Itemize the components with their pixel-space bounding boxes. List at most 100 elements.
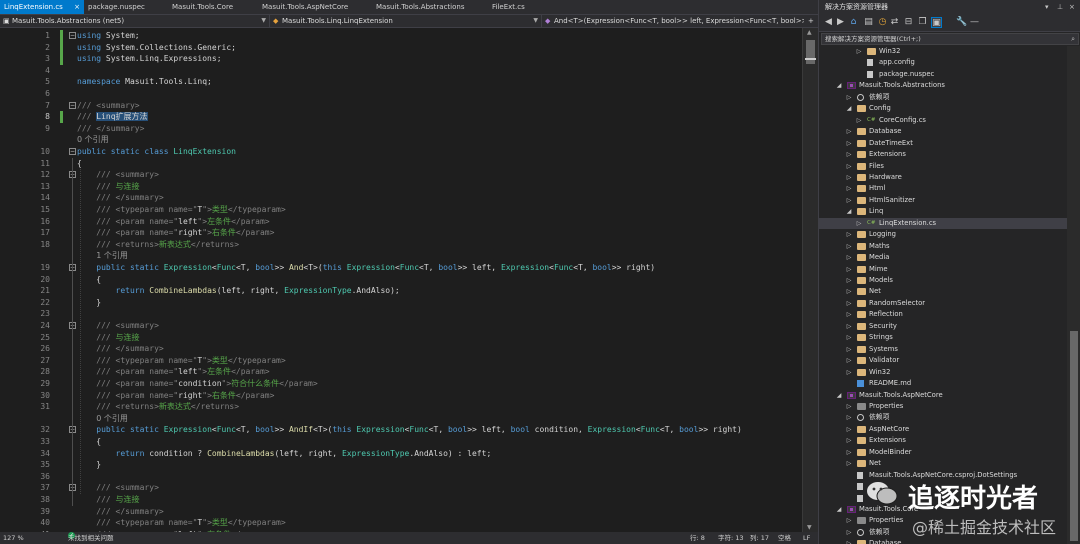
collapsed-arrow-icon[interactable]: ▷ bbox=[845, 458, 853, 469]
tree-node[interactable]: ▷ C# LinqExtension.cs bbox=[819, 217, 1067, 230]
tree-node[interactable]: ▷ Files bbox=[819, 161, 1067, 172]
collapsed-arrow-icon[interactable]: ▷ bbox=[845, 527, 853, 538]
tree-node[interactable]: ▷ Win32 bbox=[819, 367, 1067, 378]
window-position-icon[interactable]: ▾ bbox=[1045, 0, 1049, 14]
collapsed-arrow-icon[interactable]: ▷ bbox=[845, 172, 853, 183]
collapsed-arrow-icon[interactable]: ▷ bbox=[845, 309, 853, 320]
collapsed-arrow-icon[interactable]: ▷ bbox=[845, 195, 853, 206]
tree-node[interactable]: ◢ Linq bbox=[819, 206, 1067, 217]
tree-node[interactable]: ▷ Reflection bbox=[819, 309, 1067, 320]
expanded-arrow-icon[interactable]: ◢ bbox=[845, 206, 853, 217]
switch-views-icon[interactable]: ▤ bbox=[863, 17, 874, 28]
expanded-arrow-icon[interactable]: ◢ bbox=[835, 80, 843, 91]
home-icon[interactable]: ⌂ bbox=[848, 17, 859, 28]
collapsed-arrow-icon[interactable]: ▷ bbox=[845, 424, 853, 435]
scroll-down-icon[interactable]: ▼ bbox=[807, 524, 812, 531]
tree-node[interactable]: ▷ C# CoreConfig.cs bbox=[819, 115, 1067, 126]
editor-vertical-scrollbar[interactable]: ▲ ▼ bbox=[802, 28, 818, 532]
close-tab-icon[interactable]: × bbox=[74, 0, 80, 14]
collapse-region-icon[interactable]: − bbox=[69, 32, 76, 39]
collapsed-arrow-icon[interactable]: ▷ bbox=[845, 161, 853, 172]
collapsed-arrow-icon[interactable]: ▷ bbox=[845, 435, 853, 446]
tree-node[interactable]: ▷ Strings bbox=[819, 332, 1067, 343]
show-all-files-icon[interactable]: ❐ bbox=[917, 17, 928, 28]
codelens-references[interactable]: 0 个引用 bbox=[77, 134, 802, 146]
pin-icon[interactable]: ⊥ bbox=[1057, 0, 1063, 14]
collapsed-arrow-icon[interactable]: ▷ bbox=[845, 126, 853, 137]
collapsed-arrow-icon[interactable]: ▷ bbox=[845, 332, 853, 343]
type-dropdown[interactable]: ◆ Masuit.Tools.Linq.LinqExtension ▼ bbox=[270, 15, 542, 27]
tree-node[interactable]: ▷ Logging bbox=[819, 229, 1067, 240]
tree-node[interactable]: ▷ Properties bbox=[819, 401, 1067, 412]
tab-package-nuspec[interactable]: package.nuspec bbox=[84, 0, 168, 14]
tree-node[interactable]: ▷ Win32 bbox=[819, 46, 1067, 57]
collapsed-arrow-icon[interactable]: ▷ bbox=[845, 321, 853, 332]
tree-node[interactable]: app.config bbox=[819, 57, 1067, 68]
tree-node[interactable]: ◢ Config bbox=[819, 103, 1067, 114]
tree-node[interactable]: ▷ Extensions bbox=[819, 149, 1067, 160]
tab-masuit-tools-abstractions[interactable]: Masuit.Tools.Abstractions bbox=[372, 0, 488, 14]
whitespace-mode[interactable]: 空格 bbox=[778, 532, 791, 544]
preview-selected-icon[interactable]: ▣ bbox=[931, 17, 942, 28]
collapsed-arrow-icon[interactable]: ▷ bbox=[845, 275, 853, 286]
scroll-up-icon[interactable]: ▲ bbox=[807, 29, 812, 36]
expanded-arrow-icon[interactable]: ◢ bbox=[835, 390, 843, 401]
tree-project-node[interactable]: ◢ Masuit.Tools.AspNetCore bbox=[819, 390, 1067, 401]
tree-node[interactable]: ▷ Database bbox=[819, 538, 1067, 544]
tab-masuit-tools-aspnetcore[interactable]: Masuit.Tools.AspNetCore bbox=[258, 0, 372, 14]
tree-node[interactable]: ▷ HtmlSanitizer bbox=[819, 195, 1067, 206]
collapse-all-icon[interactable]: ⊟ bbox=[903, 17, 914, 28]
sync-icon[interactable]: ⇄ bbox=[889, 17, 900, 28]
zoom-level[interactable]: 127 % bbox=[3, 532, 24, 544]
code-editor[interactable]: 1 using System; 2 using System.Collections.… bbox=[0, 28, 818, 539]
collapsed-arrow-icon[interactable]: ▷ bbox=[845, 92, 853, 103]
member-dropdown[interactable]: ◆ And<T>(Expression<Func<T, bool>> left,… bbox=[542, 15, 804, 27]
collapse-region-icon[interactable]: − bbox=[69, 101, 76, 109]
solution-explorer-scrollbar[interactable] bbox=[1067, 46, 1080, 544]
collapsed-arrow-icon[interactable]: ▷ bbox=[845, 538, 853, 544]
tree-node[interactable]: ▷ Models bbox=[819, 275, 1067, 286]
tree-node[interactable]: package.nuspec bbox=[819, 69, 1067, 80]
tree-node[interactable]: ▷ Maths bbox=[819, 241, 1067, 252]
tree-node[interactable]: ▷ RandomSelector bbox=[819, 298, 1067, 309]
collapsed-arrow-icon[interactable]: ▷ bbox=[845, 183, 853, 194]
close-icon[interactable]: × bbox=[1069, 0, 1075, 14]
tab-masuit-tools-core[interactable]: Masuit.Tools.Core bbox=[168, 0, 258, 14]
tree-node[interactable]: ▷ Html bbox=[819, 183, 1067, 194]
collapsed-arrow-icon[interactable]: ▷ bbox=[845, 367, 853, 378]
tab-linqextension-cs[interactable]: LinqExtension.cs × bbox=[0, 0, 84, 14]
more-options-icon[interactable]: — bbox=[969, 17, 980, 28]
collapsed-arrow-icon[interactable]: ▷ bbox=[845, 515, 853, 526]
solution-scroll-thumb[interactable] bbox=[1070, 331, 1078, 541]
codelens-references[interactable]: 1 个引用 bbox=[96, 250, 802, 262]
collapsed-arrow-icon[interactable]: ▷ bbox=[845, 138, 853, 149]
tree-project-node[interactable]: ◢ Masuit.Tools.Abstractions bbox=[819, 80, 1067, 91]
tree-node[interactable]: ▷ Media bbox=[819, 252, 1067, 263]
collapsed-arrow-icon[interactable]: ▷ bbox=[855, 46, 863, 57]
tree-node[interactable]: ▷ Extensions bbox=[819, 435, 1067, 446]
tree-node[interactable]: ▷ DateTimeExt bbox=[819, 138, 1067, 149]
collapsed-arrow-icon[interactable]: ▷ bbox=[845, 286, 853, 297]
tree-node[interactable]: ▷ 依赖项 bbox=[819, 412, 1067, 423]
collapsed-arrow-icon[interactable]: ▷ bbox=[845, 401, 853, 412]
collapsed-arrow-icon[interactable]: ▷ bbox=[845, 355, 853, 366]
collapsed-arrow-icon[interactable]: ▷ bbox=[855, 115, 863, 126]
collapse-region-icon[interactable]: − bbox=[69, 148, 76, 155]
split-window-button[interactable]: + bbox=[804, 15, 818, 27]
tree-node[interactable]: ▷ Database bbox=[819, 126, 1067, 137]
properties-wrench-icon[interactable]: 🔧 bbox=[956, 17, 967, 28]
tree-node[interactable]: ▷ Net bbox=[819, 286, 1067, 297]
tree-node[interactable]: ▷ ModelBinder bbox=[819, 447, 1067, 458]
collapsed-arrow-icon[interactable]: ▷ bbox=[845, 412, 853, 423]
tree-node[interactable]: ▷ Net bbox=[819, 458, 1067, 469]
collapsed-arrow-icon[interactable]: ▷ bbox=[845, 264, 853, 275]
collapsed-arrow-icon[interactable]: ▷ bbox=[855, 218, 863, 229]
tree-node[interactable]: ▷ Hardware bbox=[819, 172, 1067, 183]
collapsed-arrow-icon[interactable]: ▷ bbox=[845, 447, 853, 458]
collapsed-arrow-icon[interactable]: ▷ bbox=[845, 229, 853, 240]
tree-node[interactable]: ▷ AspNetCore bbox=[819, 424, 1067, 435]
search-icon[interactable]: ⌕ bbox=[1071, 34, 1075, 44]
tree-node[interactable]: README.md bbox=[819, 378, 1067, 389]
tree-node[interactable]: ▷ 依赖项 bbox=[819, 92, 1067, 103]
collapsed-arrow-icon[interactable]: ▷ bbox=[845, 344, 853, 355]
